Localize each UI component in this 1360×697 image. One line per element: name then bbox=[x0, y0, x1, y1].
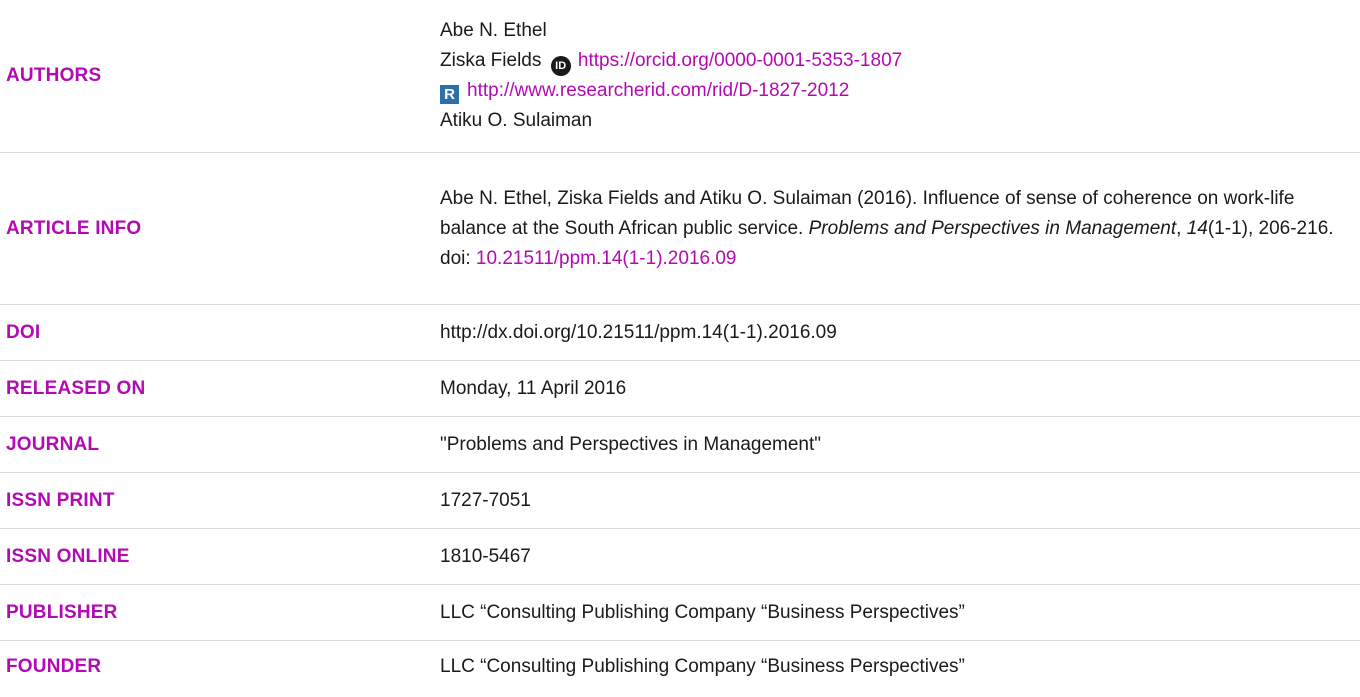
issn-print-label: ISSN PRINT bbox=[6, 489, 115, 511]
citation-text: Abe N. Ethel, Ziska Fields and Atiku O. … bbox=[440, 187, 1334, 269]
issn-print-value: 1727-7051 bbox=[440, 489, 531, 511]
authors-row: AUTHORS Abe N. Ethel Ziska Fields ID htt… bbox=[0, 0, 1360, 153]
issn-online-row: ISSN ONLINE 1810-5467 bbox=[0, 529, 1360, 585]
orcid-link[interactable]: https://orcid.org/0000-0001-5353-1807 bbox=[578, 50, 902, 71]
author-name: Abe N. Ethel bbox=[440, 20, 547, 41]
issn-online-label: ISSN ONLINE bbox=[6, 545, 130, 567]
orcid-icon: ID bbox=[550, 56, 571, 76]
doi-row: DOI http://dx.doi.org/10.21511/ppm.14(1-… bbox=[0, 305, 1360, 361]
journal-row: JOURNAL "Problems and Perspectives in Ma… bbox=[0, 417, 1360, 473]
researcherid-link[interactable]: http://www.researcherid.com/rid/D-1827-2… bbox=[467, 80, 849, 101]
researcherid-entry: Rhttp://www.researcherid.com/rid/D-1827-… bbox=[440, 76, 1350, 106]
released-on-row: RELEASED ON Monday, 11 April 2016 bbox=[0, 361, 1360, 417]
article-info-row: ARTICLE INFO Abe N. Ethel, Ziska Fields … bbox=[0, 153, 1360, 305]
publisher-value: LLC “Consulting Publishing Company “Busi… bbox=[440, 601, 965, 623]
citation-journal: Problems and Perspectives in Management bbox=[808, 217, 1177, 239]
article-metadata-table: AUTHORS Abe N. Ethel Ziska Fields ID htt… bbox=[0, 0, 1360, 697]
journal-label: JOURNAL bbox=[6, 433, 100, 455]
authors-label: AUTHORS bbox=[6, 65, 102, 86]
publisher-row: PUBLISHER LLC “Consulting Publishing Com… bbox=[0, 585, 1360, 641]
publisher-label: PUBLISHER bbox=[6, 601, 118, 623]
author-entry: Ziska Fields ID https://orcid.org/0000-0… bbox=[440, 46, 1350, 76]
author-name: Ziska Fields bbox=[440, 50, 542, 71]
issn-print-row: ISSN PRINT 1727-7051 bbox=[0, 473, 1360, 529]
released-on-label: RELEASED ON bbox=[6, 377, 146, 399]
citation-volume: 14 bbox=[1186, 217, 1208, 239]
issn-online-value: 1810-5467 bbox=[440, 545, 531, 567]
founder-label: FOUNDER bbox=[6, 656, 102, 677]
authors-value: Abe N. Ethel Ziska Fields ID https://orc… bbox=[440, 16, 1360, 136]
citation-doi-link[interactable]: 10.21511/ppm.14(1-1).2016.09 bbox=[476, 248, 737, 269]
journal-value: "Problems and Perspectives in Management… bbox=[440, 433, 822, 455]
article-info-label: ARTICLE INFO bbox=[6, 217, 142, 239]
founder-value: LLC “Consulting Publishing Company “Busi… bbox=[440, 656, 965, 677]
researcherid-icon: R bbox=[440, 85, 459, 104]
doi-value: http://dx.doi.org/10.21511/ppm.14(1-1).2… bbox=[440, 321, 837, 343]
released-on-value: Monday, 11 April 2016 bbox=[440, 377, 627, 399]
founder-row: FOUNDER LLC “Consulting Publishing Compa… bbox=[0, 641, 1360, 693]
doi-label: DOI bbox=[6, 321, 41, 343]
author-name: Atiku O. Sulaiman bbox=[440, 110, 593, 131]
